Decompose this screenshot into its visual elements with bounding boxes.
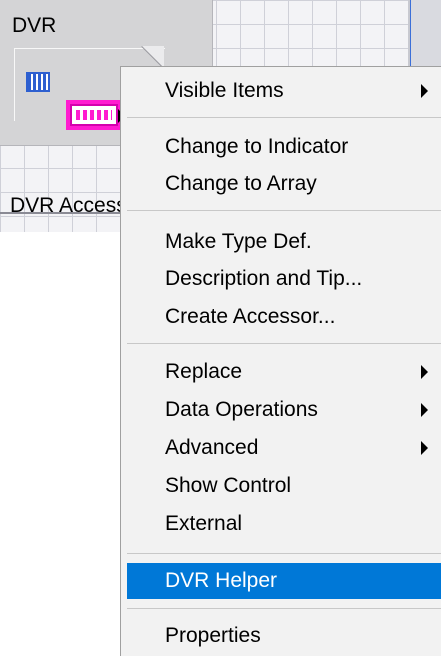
dvr-terminal-icon[interactable] xyxy=(66,100,122,130)
menu-separator xyxy=(127,608,441,609)
submenu-arrow-icon xyxy=(421,441,428,455)
menu-separator xyxy=(127,210,441,211)
menu-item-change-to-indicator[interactable]: Change to Indicator xyxy=(127,129,441,165)
menu-separator xyxy=(127,117,441,118)
menu-separator xyxy=(127,343,441,344)
menu-item-label: Advanced xyxy=(165,436,259,459)
menu-item-label: Create Accessor... xyxy=(165,305,336,328)
menu-item-replace[interactable]: Replace xyxy=(127,354,441,390)
menu-item-show-control[interactable]: Show Control xyxy=(127,468,441,504)
menu-item-advanced[interactable]: Advanced xyxy=(127,430,441,466)
menu-item-label: Make Type Def. xyxy=(165,230,312,253)
menu-item-dvr-helper[interactable]: DVR Helper xyxy=(127,563,441,599)
menu-item-properties[interactable]: Properties xyxy=(127,618,441,654)
cluster-icon xyxy=(26,72,50,92)
menu-item-external[interactable]: External xyxy=(127,506,441,542)
dvr-control-label: DVR xyxy=(12,14,57,37)
menu-item-create-accessor[interactable]: Create Accessor... xyxy=(127,299,441,335)
menu-item-data-operations[interactable]: Data Operations xyxy=(127,392,441,428)
menu-item-label: Show Control xyxy=(165,474,292,497)
menu-item-label: Properties xyxy=(165,624,261,647)
submenu-arrow-icon xyxy=(421,365,428,379)
menu-item-label: DVR Helper xyxy=(165,569,278,592)
menu-item-label: Data Operations xyxy=(165,398,318,421)
dvr-terminal-inner xyxy=(70,104,118,126)
menu-item-label: Description and Tip... xyxy=(165,267,363,290)
menu-item-visible-items[interactable]: Visible Items xyxy=(127,73,441,109)
menu-item-label: External xyxy=(165,512,243,535)
menu-item-label: Change to Indicator xyxy=(165,135,349,158)
menu-item-label: Replace xyxy=(165,360,243,383)
context-menu: Visible Items Change to Indicator Change… xyxy=(120,66,441,656)
menu-item-description-and-tip[interactable]: Description and Tip... xyxy=(127,261,441,297)
menu-item-label: Visible Items xyxy=(165,79,284,102)
menu-item-make-type-def[interactable]: Make Type Def. xyxy=(127,224,441,260)
accessor-label: DVR Access xyxy=(10,194,127,217)
menu-item-change-to-array[interactable]: Change to Array xyxy=(127,166,441,202)
menu-separator xyxy=(127,553,441,554)
submenu-arrow-icon xyxy=(421,84,428,98)
menu-item-label: Change to Array xyxy=(165,172,317,195)
submenu-arrow-icon xyxy=(421,403,428,417)
